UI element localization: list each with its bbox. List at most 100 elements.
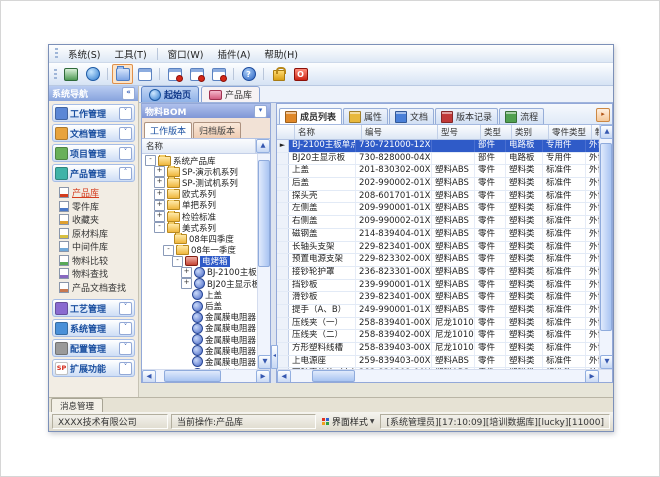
tab-member-list[interactable]: 成员列表 — [279, 108, 342, 124]
panel-pin-icon[interactable]: ▾ — [254, 105, 267, 118]
tree-node[interactable]: +SP-演示机系列 — [142, 166, 257, 177]
tree-vertical-scrollbar[interactable]: ▼ — [257, 154, 270, 369]
tree-node[interactable]: 金属膜电阻器 — [142, 334, 257, 345]
scroll-down-icon[interactable]: ▼ — [600, 355, 612, 369]
table-row[interactable]: 探头壳208-601701-01X塑料ABS零件塑料类标准件外协条 — [277, 191, 599, 204]
menu-item-plugins[interactable]: 插件(A) — [210, 46, 257, 62]
tree-node[interactable]: +SP-测试机系列 — [142, 177, 257, 188]
chevron-down-icon[interactable]: ˅ — [119, 342, 132, 355]
sidebar-group-config[interactable]: 配置管理˅ — [52, 339, 135, 357]
tab-message-management[interactable]: 消息管理 — [51, 398, 103, 412]
grid-horizontal-scrollbar[interactable]: ◀ ▶ — [277, 369, 612, 382]
table-row[interactable]: 左侧盖209-990001-01X塑料ABS零件塑料类标准件外协条 — [277, 203, 599, 216]
tree-node[interactable]: 08年四季度 — [142, 233, 257, 244]
table-row[interactable]: 提手（A、B）249-990001-01X塑料ABS零件塑料类标准件外协条 — [277, 305, 599, 318]
doc-tab-start-page[interactable]: 起始页 — [141, 86, 199, 102]
tree-node[interactable]: -电烤箱 — [142, 256, 257, 267]
expand-icon[interactable]: + — [154, 177, 165, 188]
scroll-right-icon[interactable]: ▶ — [585, 370, 599, 383]
table-row[interactable]: ►BJ-2100主板单点730-721000-12X部件电路板专用件外协颗 — [277, 140, 599, 153]
help-button[interactable]: ? — [238, 64, 259, 84]
tree-node[interactable]: 上盖 — [142, 289, 257, 300]
grid-vscroll-thumb[interactable] — [600, 143, 612, 331]
sidebar-group-document[interactable]: 文档管理˅ — [52, 124, 135, 142]
grid-vscroll-track[interactable] — [600, 139, 612, 355]
tree-hscroll-track[interactable] — [156, 370, 256, 382]
tree-node[interactable]: 金属膜电阻器 — [142, 345, 257, 356]
sidebar-item-raw-material-library[interactable]: 原材料库 — [59, 227, 135, 241]
ui-style-button[interactable]: 界面样式 ▼ — [319, 415, 378, 428]
monitor-button[interactable] — [60, 64, 81, 84]
scroll-down-icon[interactable]: ▼ — [258, 355, 270, 369]
sidebar-item-favorites[interactable]: 收藏夹 — [59, 213, 135, 227]
tree-node[interactable]: +单把系列 — [142, 200, 257, 211]
menu-item-tools[interactable]: 工具(T) — [107, 46, 153, 62]
collapse-icon[interactable]: - — [154, 222, 165, 233]
expand-icon[interactable]: + — [181, 278, 192, 289]
folder-button[interactable] — [112, 64, 133, 84]
scroll-up-icon[interactable]: ▲ — [600, 125, 612, 139]
tree-node[interactable]: -系统产品库 — [142, 155, 257, 166]
table-row[interactable]: 挡钞板239-990001-01X塑料ABS零件塑料类标准件外协条 — [277, 280, 599, 293]
menu-grip[interactable] — [55, 48, 58, 59]
sidebar-group-extension[interactable]: SP扩展功能˅ — [52, 359, 135, 377]
collapse-icon[interactable]: - — [172, 256, 183, 267]
window-list-button[interactable] — [134, 64, 155, 84]
grid-hscroll-thumb[interactable] — [312, 370, 355, 382]
grid-vertical-scrollbar[interactable]: ▲ ▼ — [599, 125, 612, 369]
tab-scroll-right-icon[interactable]: ▸ — [596, 108, 610, 122]
column-header-1[interactable]: 名称 — [295, 125, 362, 139]
expand-icon[interactable]: + — [181, 267, 192, 278]
sidebar-group-project[interactable]: 项目管理˅ — [52, 144, 135, 162]
grid-hscroll-track[interactable] — [291, 370, 585, 382]
column-header-6[interactable]: 零件类型 — [549, 125, 592, 139]
sidebar-group-product[interactable]: 产品管理˄ — [52, 164, 135, 182]
tree-node[interactable]: 金属膜电阻器 — [142, 356, 257, 367]
doc-tab-product-library[interactable]: 产品库 — [201, 86, 260, 102]
expand-icon[interactable]: + — [154, 166, 165, 177]
menu-item-system[interactable]: 系统(S) — [61, 46, 107, 62]
expand-icon[interactable]: + — [154, 189, 165, 200]
table-row[interactable]: 压线夹（一）258-839401-00X尼龙1010零件塑料类标准件外协条 — [277, 318, 599, 331]
table-row[interactable]: 接钞轮护罩236-823301-00X塑料ABS零件塑料类标准件外协条 — [277, 267, 599, 280]
sidebar-collapse-icon[interactable]: « — [122, 87, 135, 100]
close-all-windows-button[interactable] — [186, 64, 207, 84]
exit-button[interactable]: O — [290, 64, 311, 84]
chevron-up-icon[interactable]: ˄ — [119, 167, 132, 180]
lock-button[interactable] — [268, 64, 289, 84]
chevron-down-icon[interactable]: ˅ — [119, 322, 132, 335]
expand-icon[interactable]: + — [154, 211, 165, 222]
tree-horizontal-scrollbar[interactable]: ◀ ▶ — [142, 369, 270, 382]
sidebar-group-process[interactable]: 工艺管理˅ — [52, 299, 135, 317]
expand-icon[interactable]: + — [154, 200, 165, 211]
tree-node[interactable]: -08年一季度 — [142, 245, 257, 256]
tree-node[interactable]: +BJ-2100主板单点 — [142, 267, 257, 278]
sidebar-item-product-library[interactable]: 产品库 — [59, 186, 135, 200]
table-row[interactable]: 方形塑料线槽258-839403-00X尼龙1010零件塑料类标准件外协条 — [277, 343, 599, 356]
tree-vscroll-track[interactable] — [258, 154, 270, 355]
tree-node[interactable]: +BJ20主显示板 — [142, 278, 257, 289]
chevron-down-icon[interactable]: ˅ — [119, 362, 132, 375]
menu-item-window[interactable]: 窗口(W) — [161, 46, 211, 62]
collapse-icon[interactable]: - — [163, 245, 174, 256]
tree-node[interactable]: +欧式系列 — [142, 189, 257, 200]
close-window-button[interactable] — [164, 64, 185, 84]
tree-node[interactable]: 后盖 — [142, 300, 257, 311]
table-row[interactable]: 预置电源支架229-823302-00X塑料ABS零件塑料类标准件外协条 — [277, 254, 599, 267]
tree-vscroll-thumb[interactable] — [258, 160, 270, 267]
table-row[interactable]: 上盖201-830302-00X塑料ABS零件塑料类标准件外协条 — [277, 165, 599, 178]
tree-node[interactable]: 金属膜电阻器 — [142, 312, 257, 323]
scroll-up-icon[interactable]: ▲ — [256, 139, 270, 153]
table-row[interactable]: 滑钞板239-823401-00X塑料ABS零件塑料类标准件外协条 — [277, 292, 599, 305]
table-row[interactable]: 磁钢盖214-839404-01X塑料ABS零件塑料类标准件外协条 — [277, 229, 599, 242]
tab-properties[interactable]: 属性 — [343, 108, 388, 124]
toolbar-grip[interactable] — [54, 69, 57, 80]
splitter-collapse-button[interactable]: ◂ — [271, 345, 278, 369]
chevron-down-icon[interactable]: ˅ — [119, 302, 132, 315]
chevron-down-icon[interactable]: ˅ — [119, 127, 132, 140]
tab-version-history[interactable]: 版本记录 — [435, 108, 498, 124]
column-header-3[interactable]: 型号 — [438, 125, 481, 139]
scroll-right-icon[interactable]: ▶ — [256, 370, 270, 383]
globe-button[interactable] — [82, 64, 103, 84]
table-row[interactable]: 后盖202-990002-01X塑料ABS零件塑料类标准件外协条 — [277, 178, 599, 191]
